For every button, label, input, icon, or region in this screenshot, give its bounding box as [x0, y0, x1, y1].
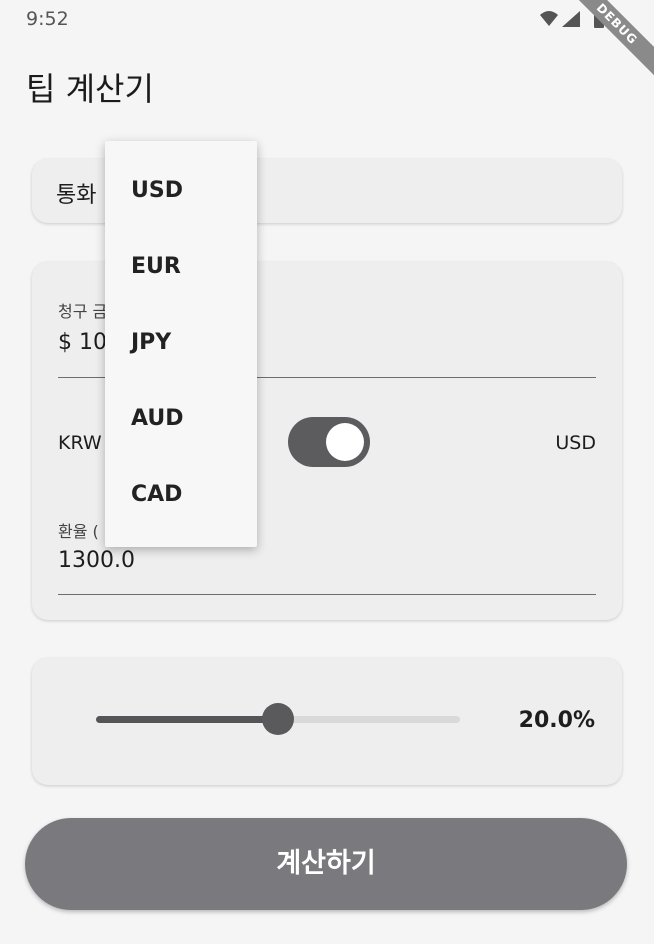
bill-amount-input[interactable]: $ 10	[58, 330, 107, 355]
dropdown-item-usd[interactable]: USD	[131, 178, 183, 203]
switch-thumb	[326, 423, 364, 461]
signal-icon	[562, 11, 580, 27]
currency-toggle-switch[interactable]	[288, 417, 370, 467]
calculate-button[interactable]: 계산하기	[25, 818, 627, 910]
wifi-icon	[540, 11, 558, 26]
slider-fill	[96, 716, 278, 723]
switch-right-label: USD	[555, 432, 596, 454]
exchange-rate-label: 환율 (	[58, 522, 99, 541]
dropdown-item-jpy[interactable]: JPY	[131, 330, 171, 355]
status-time: 9:52	[26, 8, 69, 30]
dropdown-item-cad[interactable]: CAD	[131, 482, 182, 507]
exchange-rate-underline	[58, 594, 596, 595]
currency-label: 통화	[56, 183, 97, 208]
exchange-rate-input[interactable]: 1300.0	[58, 548, 135, 573]
dropdown-item-eur[interactable]: EUR	[131, 254, 181, 279]
status-bar: 9:52	[0, 0, 654, 40]
slider-thumb[interactable]	[262, 703, 294, 735]
tip-slider[interactable]	[96, 703, 460, 735]
tip-percentage-value: 20.0%	[518, 708, 595, 733]
bill-amount-label: 청구 금	[58, 302, 108, 321]
tip-card: 20.0%	[32, 658, 622, 785]
switch-left-label: KRW	[58, 432, 102, 454]
currency-dropdown-menu: USD EUR JPY AUD CAD	[105, 141, 257, 547]
dropdown-item-aud[interactable]: AUD	[131, 406, 183, 431]
page-title: 팁 계산기	[26, 70, 154, 108]
